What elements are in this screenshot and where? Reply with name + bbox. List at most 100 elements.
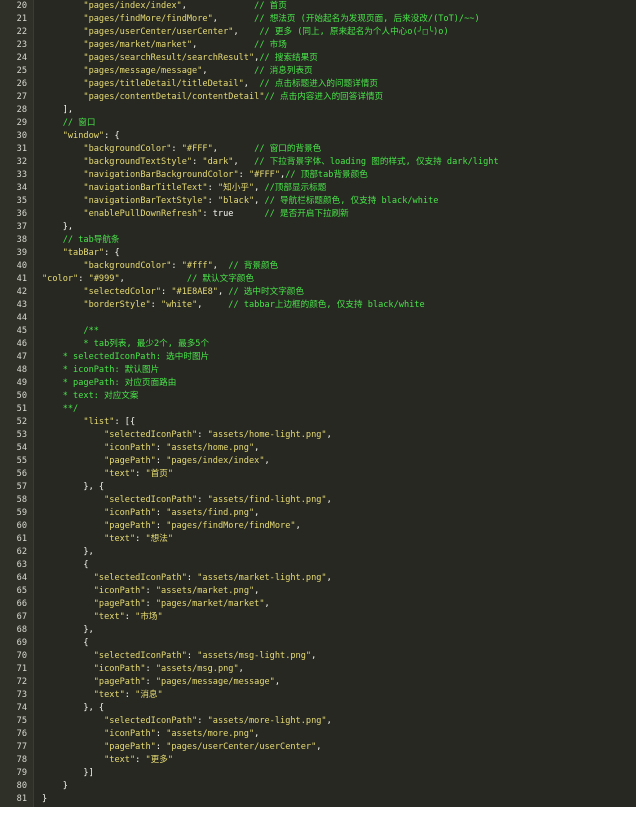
- code-string: "assets/find.png": [166, 508, 255, 518]
- code-line[interactable]: 37 },: [0, 221, 636, 234]
- code-line[interactable]: 32 "backgroundTextStyle": "dark", // 下拉背…: [0, 156, 636, 169]
- code-comment: // 导航栏标题颜色, 仅支持 black/white: [264, 196, 439, 206]
- code-line[interactable]: 30 "window": {: [0, 130, 636, 143]
- code-text: * tab列表, 最少2个, 最多5个: [42, 338, 209, 351]
- code-string: "dark": [202, 157, 234, 167]
- code-line[interactable]: 45 /**: [0, 325, 636, 338]
- code-line[interactable]: 72 "pagePath": "pages/message/message",: [0, 676, 636, 689]
- line-number: 47: [16, 352, 27, 362]
- code-line[interactable]: 67 "text": "市场": [0, 611, 636, 624]
- code-line[interactable]: 69 {: [0, 637, 636, 650]
- code-line[interactable]: 54 "iconPath": "assets/home.png",: [0, 442, 636, 455]
- code-line[interactable]: 60 "pagePath": "pages/findMore/findMore"…: [0, 520, 636, 533]
- code-string: "iconPath": [93, 586, 146, 596]
- code-punctuation: ,: [238, 664, 244, 674]
- code-line[interactable]: 38 // tab导航条: [0, 234, 636, 247]
- line-number: 77: [16, 742, 27, 752]
- code-line[interactable]: 28 ],: [0, 104, 636, 117]
- code-comment: // 更多 (同上, 原来起名为个人中心o(╯□╰)o): [259, 27, 449, 37]
- code-line[interactable]: 77 "pagePath": "pages/userCenter/userCen…: [0, 741, 636, 754]
- code-line[interactable]: 46 * tab列表, 最少2个, 最多5个: [0, 338, 636, 351]
- code-line[interactable]: 40 "backgroundColor": "#fff", // 背景颜色: [0, 260, 636, 273]
- line-number: 74: [16, 703, 27, 713]
- code-line[interactable]: 66 "pagePath": "pages/market/market",: [0, 598, 636, 611]
- code-line[interactable]: 52 "list": [{: [0, 416, 636, 429]
- line-number: 24: [16, 53, 27, 63]
- code-line[interactable]: 81}: [0, 793, 636, 806]
- code-line[interactable]: 68 },: [0, 624, 636, 637]
- code-line[interactable]: 39 "tabBar": {: [0, 247, 636, 260]
- code-punctuation: ,: [254, 183, 265, 193]
- line-number: 37: [16, 222, 27, 232]
- code-comment: // 默认文字颜色: [186, 274, 254, 284]
- code-line[interactable]: 71 "iconPath": "assets/msg.png",: [0, 663, 636, 676]
- code-line[interactable]: 29 // 窗口: [0, 117, 636, 130]
- code-line[interactable]: 79 }]: [0, 767, 636, 780]
- code-line[interactable]: 80 }: [0, 780, 636, 793]
- code-line[interactable]: 74 }, {: [0, 702, 636, 715]
- code-line[interactable]: 73 "text": "消息": [0, 689, 636, 702]
- code-string: "pages/findMore/findMore": [83, 14, 213, 24]
- code-string: "assets/msg.png": [155, 664, 239, 674]
- code-string: "pages/index/index": [83, 1, 182, 11]
- code-line[interactable]: 33 "navigationBarBackgroundColor": "#FFF…: [0, 169, 636, 182]
- code-line[interactable]: 43 "borderStyle": "white", // tabbar上边框的…: [0, 299, 636, 312]
- code-punctuation: ,: [311, 651, 317, 661]
- code-text: "text": "首页": [42, 468, 173, 481]
- code-line[interactable]: 41 "color": "#999", // 默认文字颜色: [0, 273, 636, 286]
- code-line[interactable]: 22 "pages/userCenter/userCenter", // 更多 …: [0, 26, 636, 39]
- code-string: "pagePath": [104, 456, 156, 466]
- code-string: "pages/market/market": [83, 40, 193, 50]
- code-line[interactable]: 70 "selectedIconPath": "assets/msg-light…: [0, 650, 636, 663]
- code-text: "text": "更多": [42, 754, 173, 767]
- code-punctuation: :: [145, 677, 156, 687]
- code-line[interactable]: 63 {: [0, 559, 636, 572]
- code-line[interactable]: 21 "pages/findMore/findMore", // 想法页 (开始…: [0, 13, 636, 26]
- code-line[interactable]: 26 "pages/titleDetail/titleDetail", // 点…: [0, 78, 636, 91]
- code-line[interactable]: 64 "selectedIconPath": "assets/market-li…: [0, 572, 636, 585]
- code-line[interactable]: 62 },: [0, 546, 636, 559]
- code-line[interactable]: 51 **/: [0, 403, 636, 416]
- code-line[interactable]: 58 "selectedIconPath": "assets/find-ligh…: [0, 494, 636, 507]
- code-line[interactable]: 48 * iconPath: 默认图片: [0, 364, 636, 377]
- code-line[interactable]: 56 "text": "首页": [0, 468, 636, 481]
- code-line[interactable]: 42 "selectedColor": "#1E8AE8", // 选中时文字颜…: [0, 286, 636, 299]
- code-line[interactable]: 36 "enablePullDownRefresh": true // 是否开启…: [0, 208, 636, 221]
- line-number: 27: [16, 92, 27, 102]
- code-line[interactable]: 75 "selectedIconPath": "assets/more-ligh…: [0, 715, 636, 728]
- code-line[interactable]: 35 "navigationBarTextStyle": "black", //…: [0, 195, 636, 208]
- code-line[interactable]: 34 "navigationBarTitleText": "知小乎", //顶部…: [0, 182, 636, 195]
- code-string: "#999": [88, 274, 120, 284]
- line-number: 61: [16, 534, 27, 544]
- code-line[interactable]: 27 "pages/contentDetail/contentDetail"//…: [0, 91, 636, 104]
- code-string: "assets/market.png": [155, 586, 255, 596]
- code-line[interactable]: 59 "iconPath": "assets/find.png",: [0, 507, 636, 520]
- code-line[interactable]: 23 "pages/market/market", // 市场: [0, 39, 636, 52]
- code-text: "pages/index/index", // 首页: [42, 0, 286, 13]
- code-line[interactable]: 44: [0, 312, 636, 325]
- code-line[interactable]: 61 "text": "想法": [0, 533, 636, 546]
- code-line[interactable]: 25 "pages/message/message", // 消息列表页: [0, 65, 636, 78]
- code-line[interactable]: 50 * text: 对应文案: [0, 390, 636, 403]
- code-line[interactable]: 57 }, {: [0, 481, 636, 494]
- code-punctuation: :: [192, 157, 203, 167]
- code-line[interactable]: 76 "iconPath": "assets/more.png",: [0, 728, 636, 741]
- code-line[interactable]: 78 "text": "更多": [0, 754, 636, 767]
- code-line[interactable]: 20 "pages/index/index", // 首页: [0, 0, 636, 13]
- code-line[interactable]: 24 "pages/searchResult/searchResult",// …: [0, 52, 636, 65]
- code-editor[interactable]: 20 "pages/index/index", // 首页 21 "pages/f…: [0, 0, 636, 807]
- code-line[interactable]: 65 "iconPath": "assets/market.png",: [0, 585, 636, 598]
- code-line[interactable]: 31 "backgroundColor": "#FFF", // 窗口的背景色: [0, 143, 636, 156]
- code-punctuation: :: [78, 274, 89, 284]
- code-line[interactable]: 55 "pagePath": "pages/index/index",: [0, 455, 636, 468]
- code-line[interactable]: 53 "selectedIconPath": "assets/home-ligh…: [0, 429, 636, 442]
- code-text: "backgroundTextStyle": "dark", // 下拉背景字体…: [42, 156, 498, 169]
- code-line[interactable]: 47 * selectedIconPath: 选中时图片: [0, 351, 636, 364]
- code-line[interactable]: 49 * pagePath: 对应页面路由: [0, 377, 636, 390]
- code-punctuation: : true: [202, 209, 265, 219]
